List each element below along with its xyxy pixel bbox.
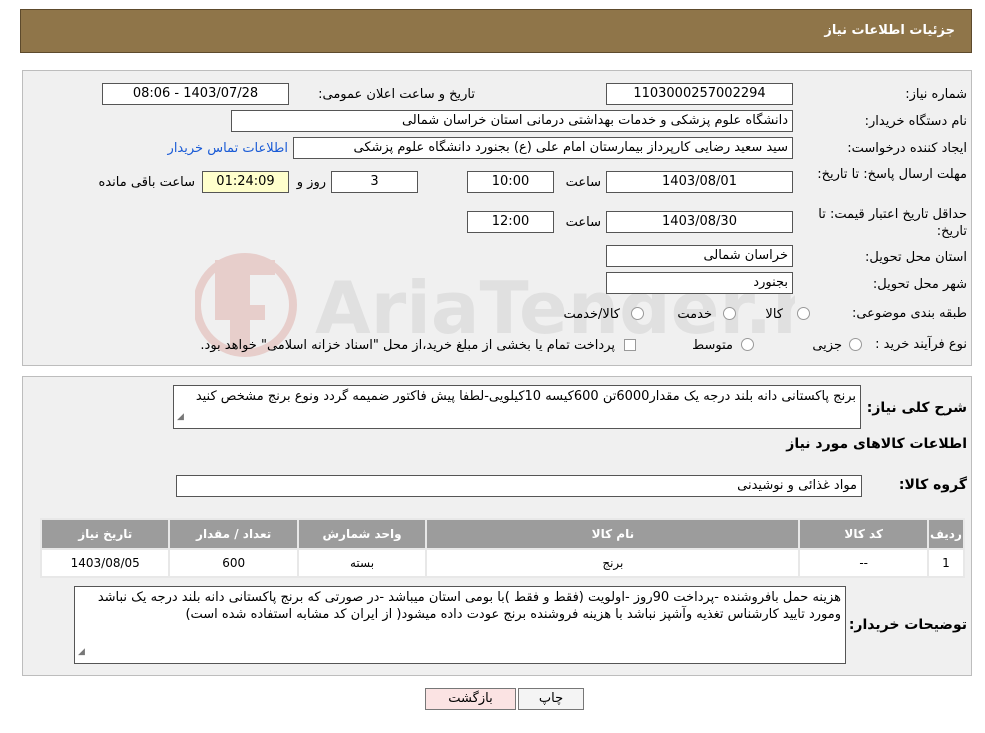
category-label: طبقه بندی موضوعی:	[851, 306, 967, 321]
validity-date-field: 1403/08/30	[606, 211, 793, 233]
validity-time-label: ساعت	[565, 215, 601, 230]
summary-text: برنج پاکستانی دانه بلند درجه یک مقدار600…	[195, 389, 856, 404]
page-title: جزئیات اطلاعات نیاز	[824, 23, 955, 38]
notes-textarea[interactable]: هزینه حمل بافروشنده -پرداخت 90روز -اولوی…	[74, 586, 846, 664]
cell-date: 1403/08/05	[42, 550, 169, 576]
deadline-date-field: 1403/08/01	[606, 171, 793, 193]
col-unit-header: واحد شمارش	[298, 520, 426, 548]
summary-label: شرح کلی نیاز:	[866, 400, 967, 416]
deadline-time-label: ساعت	[565, 175, 601, 190]
category-service-radio[interactable]	[723, 307, 736, 320]
treasury-checkbox[interactable]	[624, 339, 636, 351]
remaining-label: ساعت باقی مانده	[98, 175, 195, 190]
deadline-time-field: 10:00	[467, 171, 554, 193]
resize-grip-icon[interactable]: ◢	[78, 644, 85, 661]
col-code-header: کد کالا	[800, 520, 927, 548]
items-section-title: اطلاعات کالاهای مورد نیاز	[786, 436, 967, 452]
days-label: روز و	[296, 175, 326, 190]
col-date-header: تاریخ نیاز	[42, 520, 169, 548]
need-number-field: 1103000257002294	[606, 83, 793, 105]
need-number-label: شماره نیاز:	[905, 87, 967, 102]
days-field: 3	[331, 171, 418, 193]
requester-label: ایجاد کننده درخواست:	[847, 141, 967, 156]
buyer-org-label: نام دستگاه خریدار:	[864, 114, 967, 129]
back-button[interactable]: بازگشت	[425, 688, 516, 710]
col-qty-header: تعداد / مقدار	[170, 520, 297, 548]
cell-code: --	[800, 550, 927, 576]
resize-grip-icon[interactable]: ◢	[177, 409, 184, 426]
requester-field: سید سعید رضایی کارپرداز بیمارستان امام ع…	[293, 137, 793, 159]
city-field: بجنورد	[606, 272, 793, 294]
buyer-contact-link[interactable]: اطلاعات تماس خریدار	[168, 141, 288, 156]
process-minor-radio[interactable]	[849, 338, 862, 351]
process-minor-label: جزیی	[812, 338, 842, 353]
items-table: ردیف کد کالا نام کالا واحد شمارش تعداد /…	[40, 518, 965, 578]
announce-label: تاریخ و ساعت اعلان عمومی:	[318, 87, 475, 102]
print-button[interactable]: چاپ	[518, 688, 584, 710]
notes-label: توضیحات خریدار:	[848, 617, 967, 633]
category-goods-radio[interactable]	[797, 307, 810, 320]
category-goods-service-radio[interactable]	[631, 307, 644, 320]
validity-label: حداقل تاریخ اعتبار قیمت: تا تاریخ:	[818, 207, 967, 239]
province-field: خراسان شمالی	[606, 245, 793, 267]
cell-unit: بسته	[298, 550, 426, 576]
cell-name: برنج	[427, 550, 799, 576]
category-goods-service-label: کالا/خدمت	[563, 307, 620, 322]
cell-qty: 600	[170, 550, 297, 576]
category-service-label: خدمت	[677, 307, 712, 322]
process-medium-radio[interactable]	[741, 338, 754, 351]
remaining-time-field: 01:24:09	[202, 171, 289, 193]
buyer-org-field: دانشگاه علوم پزشکی و خدمات بهداشتی درمان…	[231, 110, 793, 132]
page-header: جزئیات اطلاعات نیاز	[20, 9, 972, 53]
table-row: 1 -- برنج بسته 600 1403/08/05	[42, 550, 963, 576]
city-label: شهر محل تحویل:	[872, 277, 967, 292]
notes-text: هزینه حمل بافروشنده -پرداخت 90روز -اولوی…	[97, 590, 841, 622]
validity-time-field: 12:00	[467, 211, 554, 233]
summary-textarea[interactable]: برنج پاکستانی دانه بلند درجه یک مقدار600…	[173, 385, 861, 429]
col-row-header: ردیف	[928, 520, 963, 548]
category-goods-label: کالا	[765, 307, 783, 322]
group-label: گروه کالا:	[898, 477, 967, 493]
col-name-header: نام کالا	[427, 520, 799, 548]
process-medium-label: متوسط	[692, 338, 733, 353]
cell-row: 1	[928, 550, 963, 576]
group-field: مواد غذائی و نوشیدنی	[176, 475, 862, 497]
process-note: پرداخت تمام یا بخشی از مبلغ خرید،از محل …	[200, 338, 615, 353]
announce-field: 1403/07/28 - 08:06	[102, 83, 289, 105]
deadline-label: مهلت ارسال پاسخ: تا تاریخ:	[817, 167, 967, 182]
process-label: نوع فرآیند خرید :	[875, 337, 967, 352]
table-header-row: ردیف کد کالا نام کالا واحد شمارش تعداد /…	[42, 520, 963, 548]
province-label: استان محل تحویل:	[865, 250, 967, 265]
